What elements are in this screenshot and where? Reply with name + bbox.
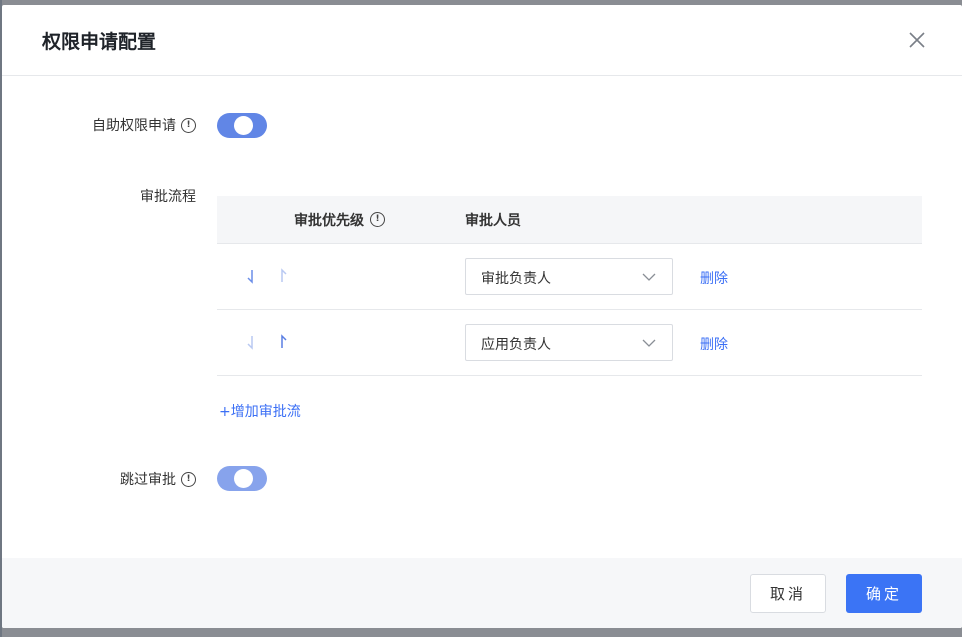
delete-link[interactable]: 删除 — [700, 268, 728, 288]
chevron-down-icon — [642, 339, 656, 347]
skip-approval-label-row: 跳过审批 ! — [62, 469, 196, 489]
toggle-knob — [234, 469, 253, 488]
add-approval-flow-link[interactable]: +增加审批流 — [219, 401, 301, 421]
arrow-up-icon[interactable] — [277, 332, 289, 352]
self-apply-label-row: 自助权限申请 ! — [62, 115, 196, 135]
dialog-header: 权限申请配置 — [2, 5, 962, 76]
column-priority: 审批优先级 ! — [294, 196, 385, 243]
info-icon[interactable]: ! — [181, 471, 196, 487]
permission-config-dialog: 权限申请配置 自助权限申请 ! 审批流程 审批优先级 ! 审批人员 审批负责人 … — [2, 5, 962, 628]
approver-select[interactable]: 审批负责人 — [465, 258, 673, 295]
table-row: 应用负责人 删除 — [217, 310, 922, 376]
column-approver-label: 审批人员 — [465, 212, 521, 229]
cancel-button[interactable]: 取消 — [750, 574, 826, 613]
dialog-title: 权限申请配置 — [42, 31, 157, 53]
arrow-down-icon[interactable] — [245, 332, 257, 352]
approval-flow-label-row: 审批流程 — [62, 186, 196, 206]
close-icon[interactable] — [906, 29, 928, 51]
column-priority-label: 审批优先级 — [294, 212, 364, 229]
chevron-down-icon — [642, 273, 656, 281]
confirm-button[interactable]: 确定 — [846, 574, 922, 613]
approval-flow-table: 审批优先级 ! 审批人员 审批负责人 删除 应用负责人 删除 — [217, 196, 922, 376]
toggle-knob — [234, 116, 253, 135]
column-approver: 审批人员 — [465, 196, 521, 243]
info-icon[interactable]: ! — [370, 212, 385, 227]
approver-select-value: 审批负责人 — [481, 271, 551, 287]
self-apply-toggle[interactable] — [217, 113, 267, 138]
approval-flow-label: 审批流程 — [140, 189, 196, 205]
table-header: 审批优先级 ! 审批人员 — [217, 196, 922, 244]
self-apply-label: 自助权限申请 — [92, 118, 176, 134]
info-icon[interactable]: ! — [181, 117, 196, 133]
arrow-down-icon[interactable] — [245, 266, 257, 286]
skip-approval-toggle[interactable] — [217, 466, 267, 491]
approver-select-value: 应用负责人 — [481, 337, 551, 353]
arrow-up-icon[interactable] — [277, 266, 289, 286]
delete-link[interactable]: 删除 — [700, 334, 728, 354]
table-row: 审批负责人 删除 — [217, 244, 922, 310]
skip-approval-label: 跳过审批 — [120, 472, 176, 488]
approver-select[interactable]: 应用负责人 — [465, 324, 673, 361]
dialog-footer: 取消 确定 — [2, 558, 962, 628]
